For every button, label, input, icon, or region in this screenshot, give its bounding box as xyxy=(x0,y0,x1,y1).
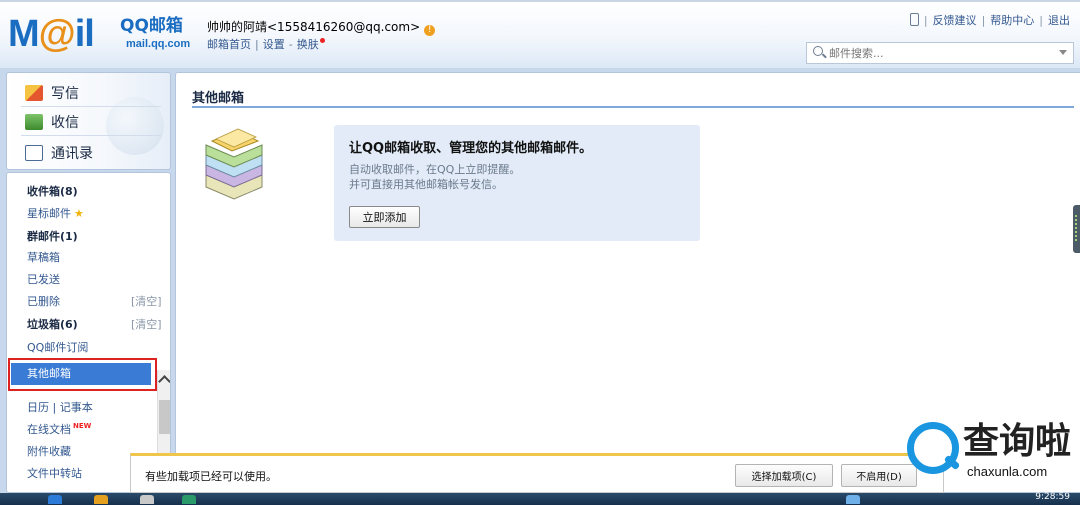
title-divider xyxy=(192,106,1074,108)
link-logout[interactable]: 退出 xyxy=(1048,14,1070,27)
new-badge: NEW xyxy=(73,422,92,430)
mailbox-stack-icon xyxy=(205,128,263,200)
app2-taskbar-icon[interactable] xyxy=(182,495,196,504)
choose-addons-button[interactable]: 选择加载项(C) xyxy=(735,464,833,487)
compose-button[interactable]: 写信 xyxy=(25,83,79,105)
ie-taskbar-icon[interactable] xyxy=(48,495,62,504)
qq-mail-logo[interactable]: M@il QQ邮箱 mail.qq.com xyxy=(8,12,190,56)
link-help[interactable]: 帮助中心 xyxy=(990,14,1034,27)
logo-domain-text: mail.qq.com xyxy=(126,38,191,50)
clear-junk-link[interactable]: [清空] xyxy=(131,316,162,332)
folder-list: 收件箱(8) 星标邮件 ★ 群邮件(1) 草稿箱 已发送 已删除 [清空] 垃圾箱… xyxy=(6,172,171,493)
user-links: 邮箱首页 | 设置 - 换肤 xyxy=(207,36,325,52)
taskbar-clock[interactable]: 9:28:59 xyxy=(1035,492,1070,502)
logo-cn-text: QQ邮箱 xyxy=(120,16,183,36)
mail-search-box[interactable] xyxy=(806,42,1074,64)
add-other-mailbox-promo: 让QQ邮箱收取、管理您的其他邮箱邮件。 自动收取邮件，在QQ上立即提醒。 并可直… xyxy=(334,125,700,241)
contacts-button[interactable]: 通讯录 xyxy=(25,143,93,165)
folder-junk[interactable]: 垃圾箱(6) xyxy=(27,316,78,332)
app-taskbar-icon[interactable] xyxy=(140,495,154,504)
magnifier-logo-icon xyxy=(907,422,959,474)
addon-notification-bar: 有些加载项已经可以使用。 选择加载项(C) 不启用(D) xyxy=(130,453,944,493)
folder-group[interactable]: 群邮件(1) xyxy=(27,228,78,244)
star-icon: ★ xyxy=(74,207,84,220)
scrollbar-thumb[interactable] xyxy=(159,400,170,434)
address-book-icon xyxy=(25,145,43,161)
link-feedback[interactable]: 反馈建议 xyxy=(933,14,977,27)
watermark-domain: chaxunla.com xyxy=(967,464,1048,479)
promo-description-2: 并可直接用其他邮箱帐号发信。 xyxy=(349,178,503,191)
side-panel-handle[interactable] xyxy=(1073,205,1080,253)
new-dot-icon xyxy=(319,38,325,43)
folder-sent[interactable]: 已发送 xyxy=(27,271,60,287)
notification-text: 有些加载项已经可以使用。 xyxy=(145,470,277,483)
mail-search-input[interactable] xyxy=(829,45,1049,61)
chevron-up-icon[interactable] xyxy=(158,375,170,388)
link-settings[interactable]: 设置 xyxy=(263,38,285,51)
folder-inbox[interactable]: 收件箱(8) xyxy=(27,183,78,199)
pencil-icon xyxy=(25,85,43,101)
folder-deleted[interactable]: 已删除 xyxy=(27,293,60,309)
watermark-cn: 查询啦 xyxy=(963,421,1072,462)
warning-icon[interactable]: ! xyxy=(424,25,436,36)
promo-description-1: 自动收取邮件，在QQ上立即提醒。 xyxy=(349,163,521,176)
sidebar-actions: 写信 收信 通讯录 xyxy=(6,72,171,170)
qq-tray-icon[interactable] xyxy=(846,495,860,504)
folder-attachments[interactable]: 附件收藏 xyxy=(27,443,71,459)
link-skin[interactable]: 换肤 xyxy=(297,38,319,51)
chevron-down-icon[interactable] xyxy=(1059,50,1067,55)
inbox-icon xyxy=(25,114,43,130)
folder-drafts[interactable]: 草稿箱 xyxy=(27,249,60,265)
logo-mail-text: M@il xyxy=(8,13,95,55)
mail-header: M@il QQ邮箱 mail.qq.com 帅帅的阿靖<1558416260@q… xyxy=(0,0,1080,68)
folder-subscriptions[interactable]: QQ邮件订阅 xyxy=(27,339,88,355)
explorer-taskbar-icon[interactable] xyxy=(94,495,108,504)
top-links: | 反馈建议 | 帮助中心 | 退出 xyxy=(909,12,1070,28)
folder-starred[interactable]: 星标邮件 ★ xyxy=(27,205,84,221)
phone-icon[interactable] xyxy=(909,13,919,26)
user-account: 帅帅的阿靖<1558416260@qq.com>! xyxy=(207,18,436,36)
windows-taskbar: 9:28:59 xyxy=(0,492,1080,505)
clear-deleted-link[interactable]: [清空] xyxy=(131,293,162,309)
page-title: 其他邮箱 xyxy=(192,91,245,106)
receive-button[interactable]: 收信 xyxy=(25,112,79,134)
search-icon xyxy=(813,46,823,56)
user-name-email: 帅帅的阿靖<1558416260@qq.com> xyxy=(207,20,421,34)
promo-title: 让QQ邮箱收取、管理您的其他邮箱邮件。 xyxy=(349,141,593,156)
folder-file-transfer[interactable]: 文件中转站 xyxy=(27,465,82,481)
add-now-button[interactable]: 立即添加 xyxy=(349,206,420,228)
chaxunla-watermark: 查询啦 chaxunla.com xyxy=(905,420,1077,486)
folder-calendar-notes[interactable]: 日历 | 记事本 xyxy=(27,399,93,415)
annotation-highlight-box xyxy=(8,358,157,391)
folder-online-docs[interactable]: 在线文档 NEW xyxy=(27,421,91,437)
link-mail-home[interactable]: 邮箱首页 xyxy=(207,38,251,51)
